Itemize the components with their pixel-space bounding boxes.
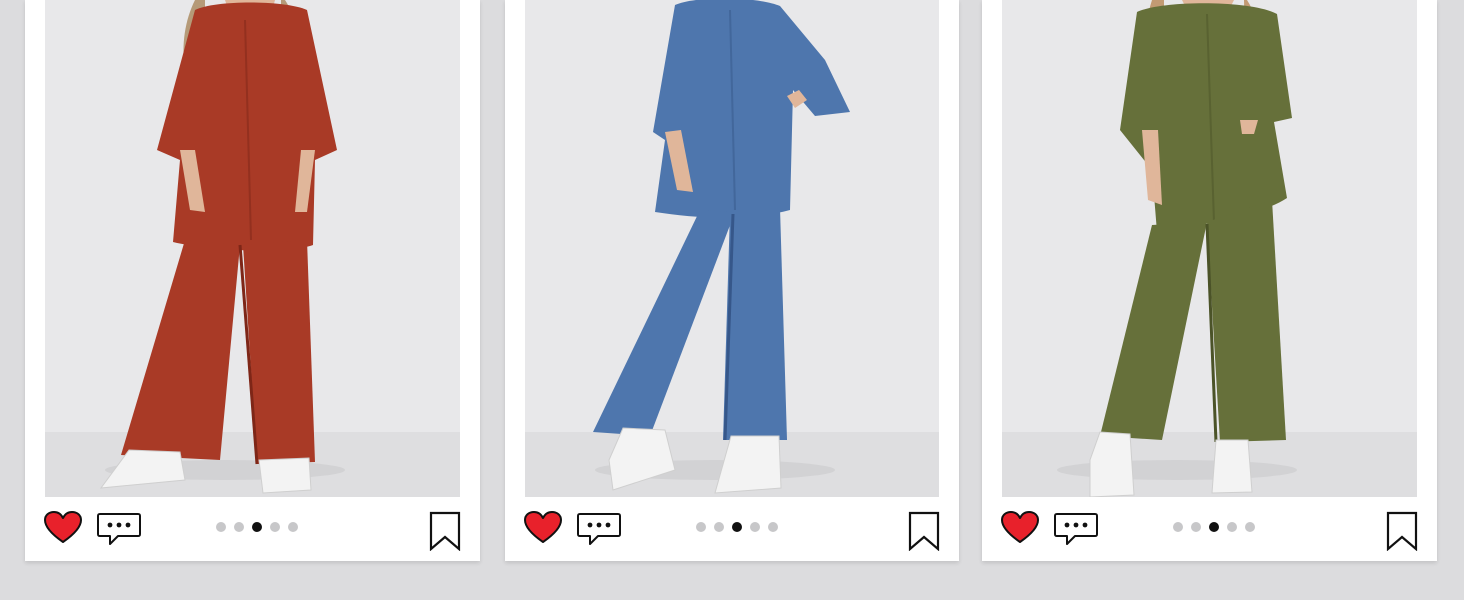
- carousel-dot[interactable]: [216, 522, 226, 532]
- like-button[interactable]: [1001, 511, 1039, 545]
- like-button[interactable]: [44, 511, 82, 545]
- model-photo: [525, 0, 939, 497]
- carousel-dots: [1173, 522, 1255, 532]
- carousel-dot-active[interactable]: [252, 522, 262, 532]
- post-photo[interactable]: [45, 0, 460, 497]
- carousel-dot[interactable]: [696, 522, 706, 532]
- comment-button[interactable]: [1053, 512, 1099, 546]
- bookmark-icon: [1386, 511, 1418, 552]
- carousel-dot[interactable]: [1173, 522, 1183, 532]
- carousel-dot[interactable]: [1245, 522, 1255, 532]
- carousel-dot-active[interactable]: [1209, 522, 1219, 532]
- carousel-dot[interactable]: [288, 522, 298, 532]
- speech-bubble-icon: [1054, 513, 1098, 545]
- model-photo: [1002, 0, 1417, 497]
- post-card: [505, 0, 959, 561]
- heart-icon: [1001, 511, 1039, 543]
- carousel-dots: [696, 522, 778, 532]
- carousel-dot[interactable]: [234, 522, 244, 532]
- post-photo[interactable]: [1002, 0, 1417, 497]
- carousel-dot[interactable]: [714, 522, 724, 532]
- bookmark-icon: [429, 511, 461, 552]
- carousel-dot[interactable]: [1191, 522, 1201, 532]
- carousel-dot[interactable]: [750, 522, 760, 532]
- save-button[interactable]: [1386, 511, 1418, 552]
- like-button[interactable]: [524, 511, 562, 545]
- post-feed: [0, 0, 1464, 600]
- post-action-bar: [505, 497, 959, 561]
- carousel-dot[interactable]: [768, 522, 778, 532]
- model-photo: [45, 0, 460, 497]
- heart-icon: [44, 511, 82, 543]
- carousel-dot[interactable]: [1227, 522, 1237, 532]
- save-button[interactable]: [429, 511, 461, 552]
- post-photo[interactable]: [525, 0, 939, 497]
- save-button[interactable]: [908, 511, 940, 552]
- comment-button[interactable]: [96, 512, 142, 546]
- speech-bubble-icon: [577, 513, 621, 545]
- carousel-dots: [216, 522, 298, 532]
- bookmark-icon: [908, 511, 940, 552]
- post-action-bar: [982, 497, 1437, 561]
- post-card: [982, 0, 1437, 561]
- comment-button[interactable]: [576, 512, 622, 546]
- post-card: [25, 0, 480, 561]
- carousel-dot[interactable]: [270, 522, 280, 532]
- heart-icon: [524, 511, 562, 543]
- post-action-bar: [25, 497, 480, 561]
- speech-bubble-icon: [97, 513, 141, 545]
- carousel-dot-active[interactable]: [732, 522, 742, 532]
